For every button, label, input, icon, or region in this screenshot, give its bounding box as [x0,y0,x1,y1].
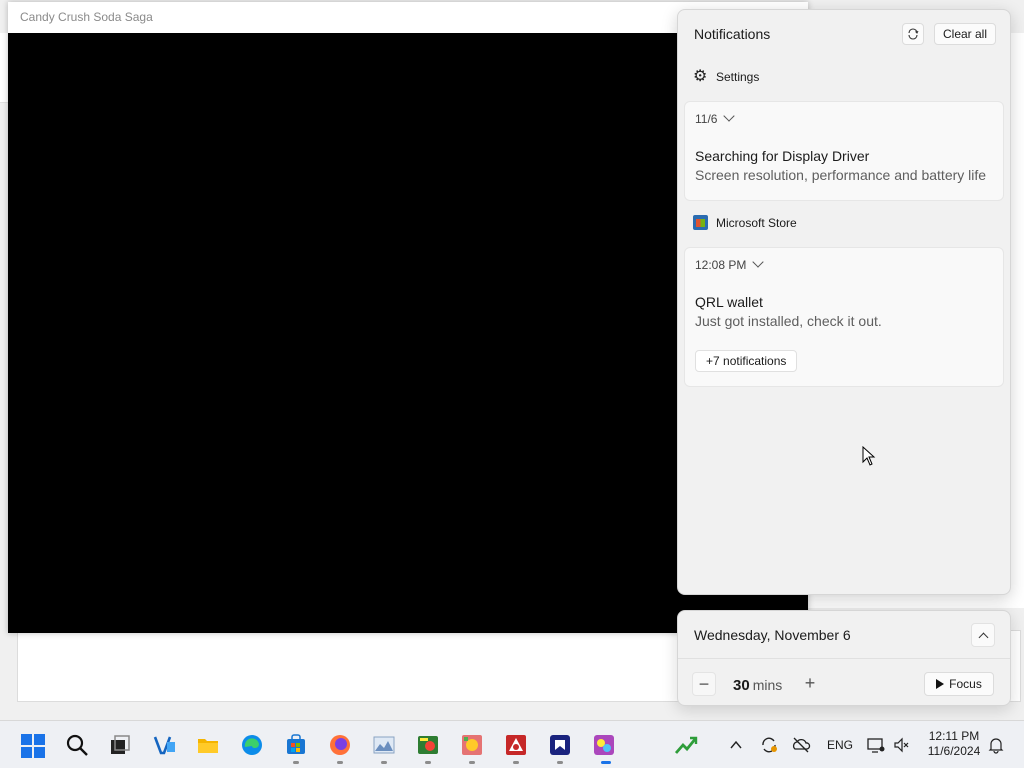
notification-time-text: 11/6 [695,112,718,126]
chevron-down-icon [723,110,736,122]
edge-browser-icon[interactable] [240,733,264,757]
sync-icon[interactable] [759,735,779,755]
more-notifications-button[interactable]: +7 notifications [695,350,798,372]
focus-button-label: Focus [949,677,982,691]
settings-gear-icon: ⚙ [693,68,708,85]
chevron-down-icon [752,256,765,268]
start-focus-button[interactable]: Focus [924,672,994,696]
start-icon[interactable] [21,734,45,758]
notification-card-display-driver[interactable]: 11/6 Searching for Display Driver Screen… [684,101,1004,201]
focus-minutes-unit: mins [752,677,783,693]
calendar-focus-panel: Wednesday, November 6 − 30 mins + Focus [677,610,1011,706]
notifications-heading: Notifications [694,26,771,42]
network-display-icon[interactable] [866,735,886,755]
focus-duration: 30 mins [733,677,782,694]
firefox-icon[interactable] [328,733,352,757]
collapse-calendar-button[interactable] [971,623,995,647]
photo-viewer-icon[interactable] [372,733,396,757]
clock-time: 12:11 PM [928,729,980,743]
focus-minutes-value: 30 [733,677,750,694]
decrease-focus-time-button[interactable]: − [692,672,716,696]
candy-crush-soda-icon[interactable] [592,733,616,757]
running-indicator [337,761,343,764]
notification-body: Screen resolution, performance and batte… [695,167,987,183]
code-editor-icon[interactable] [153,733,177,757]
notification-body: Just got installed, check it out. [695,313,882,329]
stocks-widget-icon[interactable] [674,733,698,757]
running-indicator [469,761,475,764]
file-explorer-icon[interactable] [196,733,220,757]
notification-bell-icon[interactable] [987,736,1005,754]
do-not-disturb-button[interactable] [902,23,924,45]
active-indicator [601,761,611,764]
search-icon[interactable] [65,733,89,757]
task-view-icon[interactable] [108,733,132,757]
play-icon [936,679,945,689]
notification-time-text: 12:08 PM [695,258,747,272]
app-row-microsoft-store: Microsoft Store [693,215,797,230]
app-name-settings: Settings [716,69,760,84]
mouse-cursor-icon [862,446,876,466]
divider [678,658,1010,659]
notification-time[interactable]: 12:08 PM [695,256,765,272]
running-indicator [513,761,519,764]
chevron-up-icon[interactable] [728,737,744,753]
volume-muted-icon[interactable] [893,736,911,754]
running-indicator [425,761,431,764]
calendar-date: Wednesday, November 6 [694,627,851,643]
media-app-icon[interactable] [416,733,440,757]
running-indicator [381,761,387,764]
taskbar-clock[interactable]: 12:11 PM 11/6/2024 [918,729,990,759]
onedrive-offline-icon[interactable] [791,735,811,755]
solitaire-game-icon[interactable] [504,733,528,757]
language-indicator[interactable]: ENG [827,738,853,752]
running-indicator [557,761,563,764]
notification-title: Searching for Display Driver [695,148,870,164]
increase-focus-time-button[interactable]: + [798,672,822,696]
clock-date: 11/6/2024 [927,744,981,758]
notification-center: Notifications Clear all ⚙ Settings 11/6 … [677,9,1011,595]
clear-all-button[interactable]: Clear all [934,23,996,45]
app-name-microsoft-store: Microsoft Store [716,215,797,230]
taskbar: ENG 12:11 PM 11/6/2024 [0,720,1024,768]
microsoft-store-icon [693,215,708,230]
microsoft-store-taskbar-icon[interactable] [284,733,308,757]
app-row-settings: ⚙ Settings [693,68,760,85]
notification-time[interactable]: 11/6 [695,110,736,126]
game-icon[interactable] [460,733,484,757]
snooze-icon [908,28,919,40]
notification-title: QRL wallet [695,294,763,310]
running-indicator [293,761,299,764]
notification-card-qrl-wallet[interactable]: 12:08 PM QRL wallet Just got installed, … [684,247,1004,387]
app-icon[interactable] [548,733,572,757]
